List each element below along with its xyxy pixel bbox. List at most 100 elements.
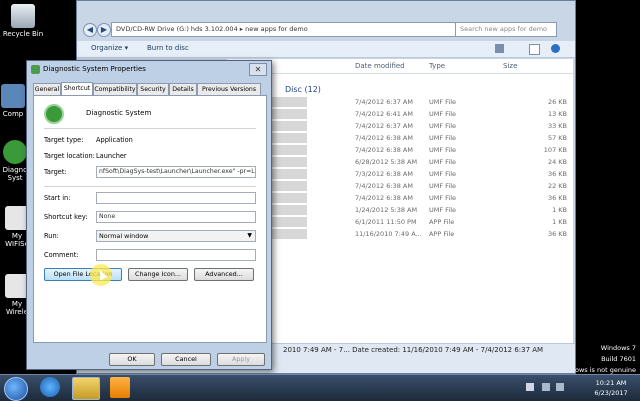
file-date: 6/28/2012 5:38 AM (355, 158, 418, 166)
file-size: 57 KB (547, 134, 567, 142)
file-row[interactable]: 6/1/2011 11:50 PM APP File 1 KB (227, 217, 573, 228)
file-size: 36 KB (547, 194, 567, 202)
internet-explorer-icon[interactable] (40, 377, 60, 397)
file-row[interactable]: 7/4/2012 6:38 AM UMF File 22 KB (227, 181, 573, 192)
preview-pane-icon[interactable] (529, 44, 540, 55)
help-icon[interactable] (551, 44, 560, 53)
tray-up-arrow-icon[interactable] (526, 383, 534, 391)
watermark-line-1: Windows 7 (600, 344, 636, 352)
divider (44, 128, 256, 129)
comment-label: Comment: (44, 251, 79, 259)
file-size: 22 KB (547, 182, 567, 190)
diagnostic-app-icon (3, 140, 27, 164)
tab-security[interactable]: Security (137, 83, 169, 95)
apply-button[interactable]: Apply (217, 353, 265, 366)
file-type: UMF File (429, 110, 457, 118)
file-size: 33 KB (547, 122, 567, 130)
back-button[interactable]: ◀ (83, 23, 97, 37)
tab-general[interactable]: General (33, 83, 61, 95)
close-button[interactable]: ✕ (249, 63, 267, 76)
forward-button[interactable]: ▶ (97, 23, 111, 37)
file-date: 7/4/2012 6:38 AM (355, 194, 413, 202)
file-type: APP File (429, 230, 455, 238)
target-field[interactable]: nfSoft\DiagSys-test\Launcher\Launcher.ex… (96, 166, 256, 178)
file-type: UMF File (429, 206, 457, 214)
tab-previous-versions[interactable]: Previous Versions (197, 83, 261, 95)
watermark-line-3: ows is not genuine (574, 366, 636, 374)
change-icon-button[interactable]: Change Icon... (128, 268, 188, 281)
organize-button[interactable]: Organize ▾ (91, 44, 128, 52)
file-row[interactable]: 7/4/2012 6:41 AM UMF File 13 KB (227, 109, 573, 120)
target-label: Target: (44, 168, 67, 176)
file-size: 1 KB (552, 206, 567, 214)
file-date: 7/4/2012 6:38 AM (355, 146, 413, 154)
chevron-down-icon: ▼ (247, 232, 252, 239)
file-size: 1 KB (552, 218, 567, 226)
file-type: APP File (429, 218, 455, 226)
file-row[interactable]: 7/4/2012 6:37 AM UMF File 33 KB (227, 121, 573, 132)
taskbar: 10:21 AM 6/23/2017 (0, 374, 640, 401)
search-input[interactable]: Search new apps for demo (455, 22, 557, 37)
media-player-icon[interactable] (110, 377, 130, 398)
advanced-button[interactable]: Advanced... (194, 268, 254, 281)
file-type: UMF File (429, 98, 457, 106)
desktop-icon-label: Recycle Bin (2, 30, 44, 38)
file-date: 11/16/2010 7:49 A... (355, 230, 422, 238)
tab-shortcut[interactable]: Shortcut (61, 82, 93, 95)
shortcut-panel: Diagnostic System Target type: Applicati… (33, 95, 267, 343)
run-label: Run: (44, 232, 59, 240)
view-options-icon[interactable] (495, 44, 504, 53)
column-size[interactable]: Size (503, 62, 517, 70)
target-location-label: Target location: (44, 152, 95, 160)
file-explorer-icon[interactable] (72, 377, 100, 400)
clock-date[interactable]: 6/23/2017 (588, 389, 634, 397)
file-row[interactable]: 11/16/2010 7:49 A... APP File 36 KB (227, 229, 573, 240)
file-date: 1/24/2012 5:38 AM (355, 206, 418, 214)
clock-time[interactable]: 10:21 AM (588, 379, 634, 387)
file-size: 107 KB (543, 146, 567, 154)
shortcut-key-field[interactable]: None (96, 211, 256, 223)
command-bar: Organize ▾ Burn to disc (77, 41, 575, 58)
file-type: UMF File (429, 134, 457, 142)
column-date-modified[interactable]: Date modified (355, 62, 405, 70)
shortcut-key-label: Shortcut key: (44, 213, 88, 221)
file-size: 13 KB (547, 110, 567, 118)
file-date: 7/4/2012 6:38 AM (355, 182, 413, 190)
file-type: UMF File (429, 146, 457, 154)
file-date: 6/1/2011 11:50 PM (355, 218, 417, 226)
desktop-icon-recycle-bin[interactable]: Recycle Bin (0, 4, 50, 38)
cancel-button[interactable]: Cancel (161, 353, 211, 366)
volume-icon[interactable] (556, 383, 564, 391)
column-type[interactable]: Type (429, 62, 445, 70)
target-type-value: Application (96, 136, 133, 144)
network-icon[interactable] (542, 383, 550, 391)
comment-field[interactable] (96, 249, 256, 261)
file-row[interactable]: 6/28/2012 5:38 AM UMF File 24 KB (227, 157, 573, 168)
ok-button[interactable]: OK (109, 353, 155, 366)
file-row[interactable]: 7/4/2012 6:37 AM UMF File 26 KB (227, 97, 573, 108)
file-row[interactable]: 7/4/2012 6:38 AM UMF File 57 KB (227, 133, 573, 144)
details-text: 2010 7:49 AM - 7... Date created: 11/16/… (283, 346, 544, 354)
dialog-title: Diagnostic System Properties (43, 65, 146, 73)
address-bar[interactable]: DVD/CD-RW Drive (G:) hds 3.102.004 ▸ new… (111, 22, 485, 37)
file-row[interactable]: 7/3/2012 6:38 AM UMF File 36 KB (227, 169, 573, 180)
start-in-field[interactable] (96, 192, 256, 204)
file-list: Date modified Type Size Disc (12) 7/4/20… (227, 59, 573, 343)
start-button[interactable] (4, 377, 28, 401)
target-type-label: Target type: (44, 136, 84, 144)
burn-to-disc-button[interactable]: Burn to disc (147, 44, 189, 52)
file-row[interactable]: 1/24/2012 5:38 AM UMF File 1 KB (227, 205, 573, 216)
group-header: Disc (12) (285, 85, 321, 94)
recycle-bin-icon (11, 4, 35, 28)
file-date: 7/4/2012 6:37 AM (355, 122, 413, 130)
file-date: 7/4/2012 6:37 AM (355, 98, 413, 106)
target-location-value: Launcher (96, 152, 127, 160)
start-in-label: Start in: (44, 194, 71, 202)
tab-compatibility[interactable]: Compatibility (93, 83, 137, 95)
file-row[interactable]: 7/4/2012 6:38 AM UMF File 36 KB (227, 193, 573, 204)
file-row[interactable]: 7/4/2012 6:38 AM UMF File 107 KB (227, 145, 573, 156)
file-size: 36 KB (547, 230, 567, 238)
tab-details[interactable]: Details (169, 83, 197, 95)
run-select[interactable]: Normal window ▼ (96, 230, 256, 242)
run-select-value: Normal window (99, 232, 149, 240)
